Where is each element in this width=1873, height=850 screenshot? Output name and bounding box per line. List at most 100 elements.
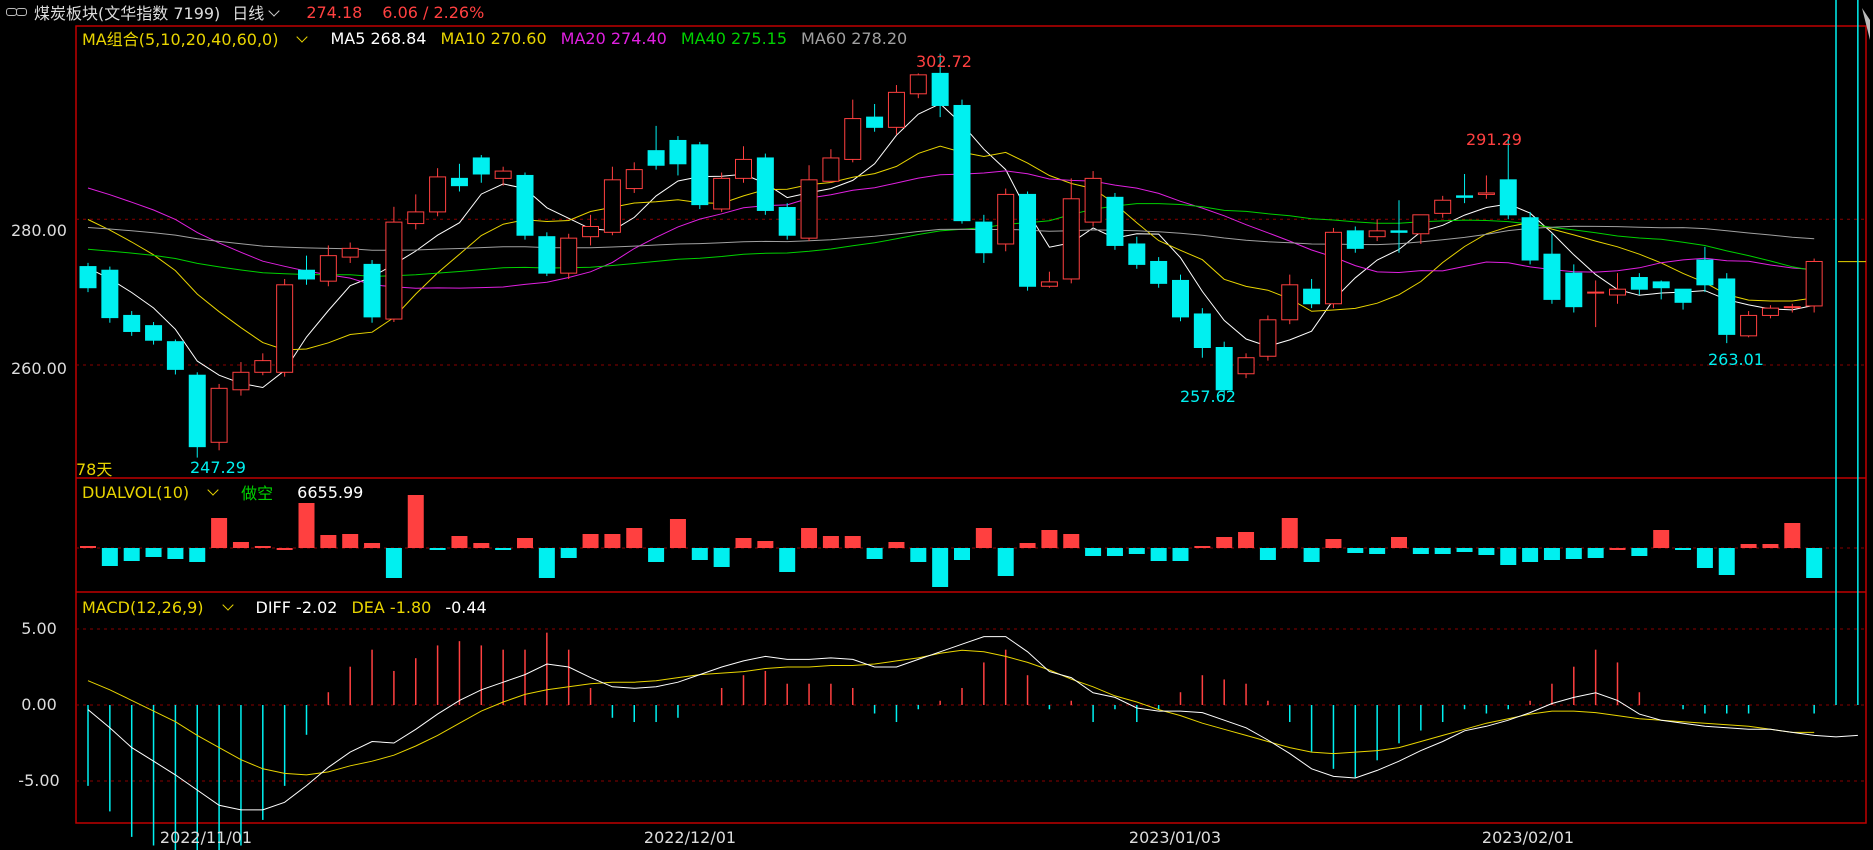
candle-up <box>254 360 272 373</box>
candle-down <box>953 104 971 222</box>
vol-bar <box>801 528 818 548</box>
vol-bar <box>145 548 162 557</box>
vol-bar <box>1522 548 1539 562</box>
candle-up <box>232 371 250 391</box>
x-label-2022-11-01: 2022/11/01 <box>159 828 253 847</box>
vol-bar <box>975 528 992 548</box>
candle-up <box>582 225 600 238</box>
vol-bar <box>298 503 315 548</box>
candle-down <box>1456 195 1474 198</box>
candle-up <box>1084 177 1102 223</box>
x-label-2023-02-01: 2023/02/01 <box>1481 828 1575 847</box>
vol-bar <box>822 536 839 548</box>
candle-down <box>756 157 774 211</box>
price-tick-260: 260.00 <box>11 359 67 378</box>
vol-bar <box>1347 548 1364 553</box>
candle-up <box>909 74 927 95</box>
vol-bar <box>1631 548 1648 556</box>
candle-up <box>385 221 403 320</box>
vol-bar <box>1543 548 1560 560</box>
vol-bar <box>407 495 424 548</box>
vol-bar <box>713 548 730 567</box>
vol-bar <box>320 535 337 548</box>
vol-bar <box>80 546 96 548</box>
candle-down <box>188 374 206 448</box>
high-label-291: 291.29 <box>1466 130 1522 149</box>
vol-bar <box>1784 523 1801 548</box>
vol-bar <box>866 548 883 559</box>
vol-bar <box>582 534 599 548</box>
vol-bar <box>1303 548 1320 562</box>
candle-down <box>669 139 687 165</box>
candle-down <box>472 157 490 175</box>
high-label-302: 302.72 <box>916 52 972 71</box>
candle-down <box>975 221 993 254</box>
vol-bar <box>691 548 708 560</box>
candle-down <box>1565 272 1583 308</box>
candle-down <box>1106 196 1124 246</box>
candle-up <box>822 157 840 182</box>
candle-up <box>713 177 731 210</box>
candle-down <box>450 177 468 187</box>
candle-down <box>538 236 556 274</box>
candle-up <box>1062 198 1080 280</box>
macd-tick-0: 0.00 <box>21 695 57 714</box>
candle-up <box>210 387 228 443</box>
candle-down <box>647 150 665 166</box>
vol-bar <box>1369 548 1386 554</box>
price-tick-280: 280.00 <box>11 221 67 240</box>
candle-down <box>866 116 884 128</box>
vol-bar <box>254 546 271 548</box>
vol-bar <box>1456 548 1473 552</box>
candle-down <box>1128 243 1146 265</box>
candle-up <box>1259 319 1277 357</box>
vol-bar <box>1063 534 1080 548</box>
vol-bar <box>997 548 1014 576</box>
low-label-257: 257.62 <box>1180 387 1236 406</box>
candle-up <box>1040 281 1058 287</box>
candle-up <box>603 179 621 233</box>
vol-bar <box>626 528 643 548</box>
vol-bar <box>364 543 381 548</box>
candle-down <box>298 269 315 280</box>
vol-bar <box>757 541 774 548</box>
candle-down <box>1215 347 1233 391</box>
vol-bar <box>888 542 905 548</box>
panel-frame <box>75 25 1867 824</box>
candle-down <box>166 341 184 370</box>
vol-bar <box>1653 530 1670 548</box>
candle-down <box>1696 259 1714 286</box>
vol-bar <box>1762 544 1779 548</box>
candle-up <box>1237 357 1255 375</box>
vol-bar <box>1194 546 1211 548</box>
candle-down <box>1303 288 1321 305</box>
candle-down <box>1499 179 1517 216</box>
chart-canvas[interactable] <box>0 0 1873 850</box>
candle-up <box>625 169 643 190</box>
vol-bar <box>538 548 555 578</box>
candle-down <box>1390 230 1408 233</box>
candle-down <box>691 144 709 206</box>
vol-bar <box>560 548 577 558</box>
vol-bar <box>1281 518 1298 548</box>
vol-bar <box>495 548 512 550</box>
vol-bar <box>517 538 533 548</box>
candle-down <box>778 207 796 236</box>
candle-down <box>123 314 141 332</box>
vol-bar <box>779 548 796 572</box>
x-label-2023-01-03: 2023/01/03 <box>1128 828 1222 847</box>
vol-bar <box>1325 539 1342 548</box>
vol-bar <box>1434 548 1451 554</box>
vol-bar <box>1216 537 1233 548</box>
vol-bar <box>932 548 949 587</box>
macd-diff-line <box>87 636 1858 811</box>
vol-bar <box>385 548 402 578</box>
vol-bar <box>1085 548 1102 556</box>
candle-up <box>735 158 752 179</box>
ma5-line <box>87 103 1815 389</box>
vol-bar <box>276 548 293 550</box>
vol-bar <box>123 548 140 561</box>
candle-up <box>1477 192 1495 195</box>
vol-bar <box>1019 543 1036 548</box>
vol-bar <box>669 519 686 548</box>
